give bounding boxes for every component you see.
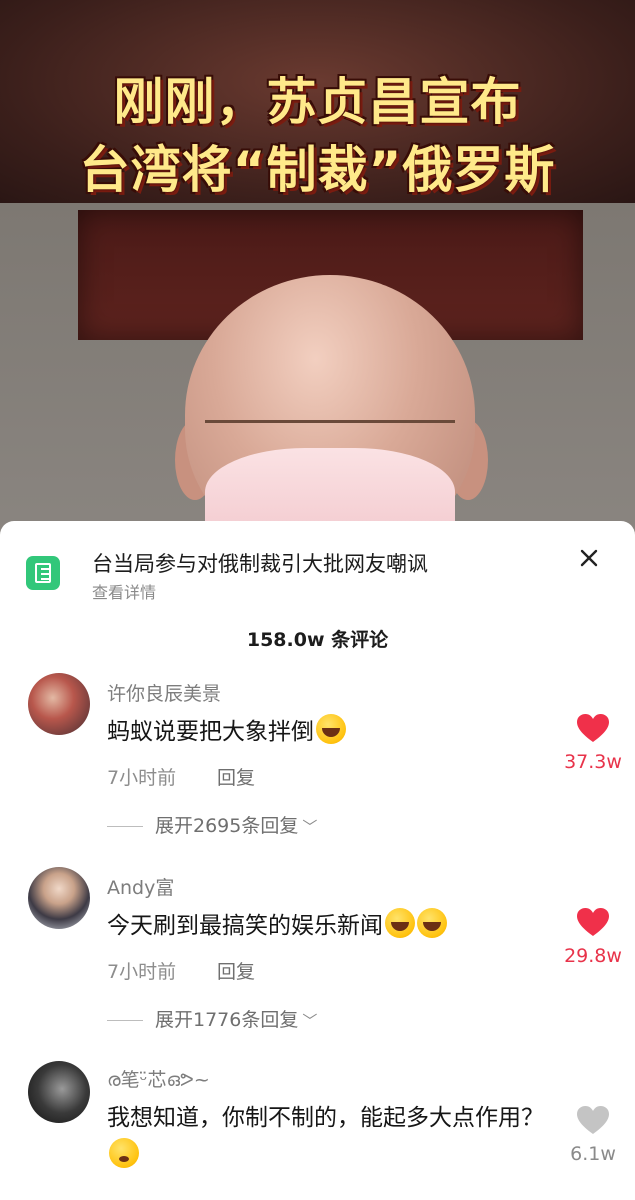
comment-sheet: 台当局参与对俄制裁引大批网友嘲讽 查看详情 158.0w 条评论 许你良辰美景 … bbox=[0, 521, 635, 1200]
topic-header[interactable]: 台当局参与对俄制裁引大批网友嘲讽 查看详情 bbox=[0, 521, 635, 611]
document-icon bbox=[26, 556, 60, 590]
comment-username[interactable]: Andy富 bbox=[107, 873, 174, 900]
avatar[interactable] bbox=[28, 867, 90, 929]
rolling-laughing-emoji-icon bbox=[385, 908, 415, 938]
avatar[interactable] bbox=[28, 1061, 90, 1123]
comment-text: 我想知道，你制不制的，能起多大点作用？ bbox=[107, 1099, 547, 1175]
comment-username[interactable]: 许你良辰美景 bbox=[107, 679, 221, 706]
avatar[interactable] bbox=[28, 673, 90, 735]
comment-time: 7小时前 bbox=[107, 767, 177, 789]
like-button[interactable]: 37.3w bbox=[560, 713, 626, 773]
chevron-down-icon: ﹀ bbox=[302, 1012, 318, 1030]
close-button[interactable] bbox=[574, 543, 604, 573]
chevron-down-icon: ﹀ bbox=[302, 818, 318, 836]
comment-username[interactable]: ര笔ᵕ̈芯ഒᕗ~ bbox=[107, 1065, 210, 1092]
reply-button[interactable]: 回复 bbox=[217, 763, 255, 790]
video-headline-line1: 刚刚，苏贞昌宣布 bbox=[113, 73, 522, 131]
reply-button[interactable]: 回复 bbox=[217, 957, 255, 984]
topic-title[interactable]: 台当局参与对俄制裁引大批网友嘲讽 bbox=[92, 548, 428, 578]
pleading-face-emoji-icon bbox=[109, 1138, 139, 1168]
like-count: 29.8w bbox=[564, 945, 622, 967]
comment-text-body: 我想知道，你制不制的，能起多大点作用？ bbox=[107, 1105, 544, 1131]
rolling-laughing-emoji-icon bbox=[417, 908, 447, 938]
comment-text: 今天刷到最搞笑的娱乐新闻 bbox=[107, 907, 547, 945]
expand-replies-button[interactable]: 展开2695条回复 ﹀ bbox=[107, 811, 317, 838]
heart-icon bbox=[577, 908, 609, 936]
video-headline-line2: 台湾将“制裁”俄罗斯 bbox=[79, 141, 556, 199]
like-count: 6.1w bbox=[570, 1143, 616, 1165]
divider-dash bbox=[107, 826, 143, 827]
topic-details-link[interactable]: 查看详情 bbox=[92, 579, 156, 603]
expand-replies-button[interactable]: 展开1776条回复 ﹀ bbox=[107, 1005, 317, 1032]
like-count: 37.3w bbox=[564, 751, 622, 773]
comment-text-body: 今天刷到最搞笑的娱乐新闻 bbox=[107, 913, 383, 939]
video-player[interactable]: 刚刚，苏贞昌宣布 台湾将“制裁”俄罗斯 bbox=[0, 0, 635, 540]
divider-dash bbox=[107, 1020, 143, 1021]
expand-replies-label: 展开1776条回复 bbox=[155, 1009, 299, 1031]
comment-text-body: 蚂蚁说要把大象拌倒 bbox=[107, 719, 314, 745]
comment-count: 158.0w 条评论 bbox=[246, 629, 389, 651]
heart-icon bbox=[577, 714, 609, 742]
like-button[interactable]: 6.1w bbox=[560, 1105, 626, 1165]
comment-time: 7小时前 bbox=[107, 961, 177, 983]
expand-replies-label: 展开2695条回复 bbox=[155, 815, 299, 837]
heart-icon bbox=[577, 1106, 609, 1134]
close-icon bbox=[580, 549, 598, 567]
like-button[interactable]: 29.8w bbox=[560, 907, 626, 967]
comment-text: 蚂蚁说要把大象拌倒 bbox=[107, 713, 547, 751]
rolling-laughing-emoji-icon bbox=[316, 714, 346, 744]
